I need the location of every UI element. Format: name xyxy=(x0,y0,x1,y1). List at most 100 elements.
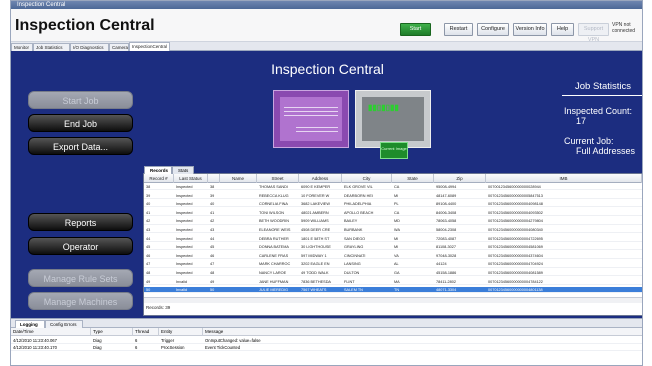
table-cell: 42 xyxy=(210,219,215,224)
column-header[interactable]: Record # xyxy=(144,174,174,183)
table-row[interactable]: 49 Invalid 49 JANE HUFFMAN 7836 BETHESDA FLIN… xyxy=(144,279,642,285)
column-header[interactable]: Street xyxy=(257,174,299,183)
column-header[interactable]: IMB xyxy=(486,174,642,183)
table-cell: 44 xyxy=(146,236,151,241)
tab-inspectioncentral[interactable]: InspectionCentral xyxy=(129,42,170,51)
log-cell: 4/12/2010 11:23:40.170 xyxy=(13,345,57,350)
table-cell: LANSING xyxy=(344,262,361,267)
table-cell: MI xyxy=(394,193,399,198)
table-cell: 95008-4994 xyxy=(436,185,457,189)
table-cell: 42 xyxy=(146,219,151,224)
table-cell: MARK CHARROC xyxy=(259,262,291,267)
current-image-label: Current Image xyxy=(381,146,407,151)
log-column-header[interactable]: Date/Time xyxy=(11,328,91,336)
column-header[interactable]: State xyxy=(392,174,434,183)
export-data-button[interactable]: Export Data... xyxy=(28,137,133,155)
restart-button[interactable]: Restart xyxy=(444,23,473,36)
table-cell: 0070012345600000000028944 xyxy=(488,185,541,189)
log-tab-config-errors[interactable]: Config Errors xyxy=(45,320,83,328)
table-cell: Inspected xyxy=(176,228,193,232)
table-row[interactable]: 42 Inspected 42 BETH WOODRIN 5909 WILLIAMS BA… xyxy=(144,218,642,225)
table-row[interactable]: 45 Inspected 45 DONNA BATEMA 30 LIGHTHOUSE GR… xyxy=(144,244,642,251)
log-row[interactable]: 4/12/2010 11:23:40.170 Diag 6 ProcSession Ev… xyxy=(11,344,642,351)
tab-camera[interactable]: Camera xyxy=(109,43,129,51)
table-cell: REBECCA KLUG xyxy=(259,193,289,198)
log-column-header[interactable]: Type xyxy=(91,328,133,336)
table-cell: MI xyxy=(394,236,399,241)
grid-vertical-scrollbar[interactable] xyxy=(642,183,643,297)
table-cell: 48071-3304 xyxy=(436,288,457,293)
table-cell: GA xyxy=(394,271,400,275)
table-cell: 1801 E 58TH ST xyxy=(301,236,330,241)
table-cell xyxy=(220,184,257,190)
log-column-header[interactable]: Entity xyxy=(159,328,203,336)
table-cell: MA xyxy=(394,279,400,284)
table-cell: 50 xyxy=(146,288,151,293)
table-cell: CA xyxy=(394,210,400,215)
table-cell: 6090 E KEMPER xyxy=(301,185,331,189)
column-header[interactable]: Address xyxy=(299,174,342,183)
table-cell: MI xyxy=(394,245,399,250)
operator-button[interactable]: Operator xyxy=(28,237,133,255)
column-header[interactable]: Last Status xyxy=(174,174,208,183)
table-cell: 72083-4087 xyxy=(436,236,457,241)
manage-machines-button[interactable]: Manage Machines xyxy=(28,292,133,310)
table-row[interactable]: 47 Inspected 47 MARK CHARROC 3202 EAGLE EN LA… xyxy=(144,261,642,268)
grid-tab-records[interactable]: Records xyxy=(144,166,172,174)
column-header[interactable] xyxy=(208,174,220,183)
log-cell: Diag xyxy=(93,345,102,350)
table-row[interactable]: 38 Inspected 38 THOMAS SANDI 6090 E KEMPER EL… xyxy=(144,184,642,191)
table-row[interactable]: 40 Inspected 40 CORNELIA FINA 3682 LAKEVIEW P… xyxy=(144,201,642,208)
grid-horizontal-scrollbar[interactable] xyxy=(144,297,642,303)
column-header[interactable]: City xyxy=(342,174,392,183)
table-cell: 3682 LAKEVIEW xyxy=(301,202,330,207)
table-row[interactable]: 48 Inspected 48 NANCY LAROE 49 TODD WALK DULT… xyxy=(144,270,642,277)
start-job-button[interactable]: Start Job xyxy=(28,91,133,109)
log-cell: Trigger xyxy=(161,338,175,343)
support-vpn-button[interactable]: Support VPN xyxy=(578,23,609,43)
end-job-button[interactable]: End Job xyxy=(28,114,133,132)
reports-button[interactable]: Reports xyxy=(28,213,133,231)
current-job-value: Full Addresses xyxy=(576,146,636,156)
log-column-header[interactable]: Message xyxy=(203,328,642,336)
table-row[interactable]: 44 Inspected 44 DEBRA RUTHER 1801 E 58TH ST S… xyxy=(144,236,642,242)
table-cell: Inspected xyxy=(176,202,193,207)
table-cell: 47 xyxy=(146,262,151,267)
table-row[interactable]: 50 Invalid 50 JULIE MEREDIG 7567 WHEATS SALEM… xyxy=(144,287,642,294)
table-cell: 00701234560000000005847513 xyxy=(488,193,543,198)
log-column-header[interactable]: Thread xyxy=(133,328,159,336)
table-cell: BURBANK xyxy=(344,228,363,232)
mailpiece-image-thumbnail[interactable] xyxy=(273,90,349,148)
table-row[interactable]: 46 Inspected 46 CARLENE FRAS 597 MIDWAY 1 CIN… xyxy=(144,253,642,260)
version-info-button[interactable]: Version Info xyxy=(513,23,547,36)
tab-job-statistics[interactable]: Job Statistics xyxy=(33,43,70,51)
table-cell: 39 xyxy=(146,193,151,198)
tab-io-diagnostics[interactable]: I/O Diagnostics xyxy=(70,43,109,51)
table-row[interactable]: 43 Inspected 43 ELEANORE WEIS 4508 DEER CRE B… xyxy=(144,227,642,234)
table-row[interactable]: 39 Inspected 39 REBECCA KLUG 10 FOREVER W DEA… xyxy=(144,193,642,199)
log-tab-logging[interactable]: Logging xyxy=(15,320,45,328)
table-cell: CORNELIA FINA xyxy=(259,202,288,207)
table-cell: 49 xyxy=(210,279,215,284)
help-button[interactable]: Help xyxy=(551,23,574,36)
table-cell xyxy=(220,279,257,285)
table-cell: DEBRA RUTHER xyxy=(259,236,289,241)
current-image-thumbnail[interactable]: Current Image xyxy=(380,142,408,159)
records-count: Records: 39 xyxy=(146,305,171,310)
start-button[interactable]: Start xyxy=(400,23,431,36)
table-cell: 43 xyxy=(210,228,215,232)
log-row[interactable]: 4/12/2010 11:23:40.067 Diag 6 Trigger OnInpu… xyxy=(11,337,642,344)
column-header[interactable]: Zip xyxy=(434,174,486,183)
table-cell: TN xyxy=(394,288,400,293)
barcode-image-thumbnail[interactable]: ▮▮▯▮▯▮▮ xyxy=(355,90,431,148)
configure-button[interactable]: Configure xyxy=(477,23,509,36)
grid-tab-stats[interactable]: Stats xyxy=(172,166,194,174)
column-header[interactable]: Name xyxy=(220,174,257,183)
table-cell: THOMAS SANDI xyxy=(259,185,288,189)
manage-rule-sets-button[interactable]: Manage Rule Sets xyxy=(28,269,133,287)
tab-monitor[interactable]: Monitor xyxy=(11,43,33,51)
table-cell: 48 xyxy=(210,271,215,275)
table-row[interactable]: 41 Inspected 41 TONI WILSON 48021 AMBERN APOL… xyxy=(144,210,642,217)
table-cell: Inspected xyxy=(176,245,193,250)
table-cell: DULTON xyxy=(344,271,360,275)
